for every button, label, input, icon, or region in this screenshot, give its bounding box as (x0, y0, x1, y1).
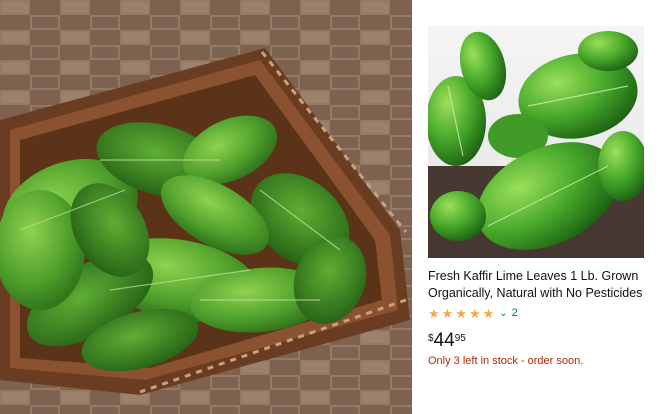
kaffir-lime-leaves-basket-photo (0, 0, 412, 414)
basket-photo-illustration (0, 0, 412, 414)
stock-availability: Only 3 left in stock - order soon. (428, 355, 584, 367)
price-whole: 44 (433, 330, 455, 351)
star-icon: ★ (482, 305, 495, 321)
product-rating[interactable]: ★ ★ ★ ★ ★ ⌄ 2 (428, 305, 518, 321)
rating-count-link[interactable]: 2 (512, 307, 518, 319)
price: $ 44 95 (428, 330, 466, 352)
star-icon: ★ (468, 305, 481, 321)
star-icon: ★ (455, 305, 467, 321)
star-icon: ★ (441, 305, 454, 321)
chevron-down-icon[interactable]: ⌄ (499, 308, 507, 319)
product-title[interactable]: Fresh Kaffir Lime Leaves 1 Lb. Grown Org… (428, 268, 654, 302)
product-image-illustration (428, 26, 644, 258)
product-image[interactable] (428, 26, 644, 258)
star-icon: ★ (428, 305, 440, 321)
price-fraction: 95 (454, 333, 466, 344)
product-card[interactable]: Fresh Kaffir Lime Leaves 1 Lb. Grown Org… (412, 0, 660, 414)
